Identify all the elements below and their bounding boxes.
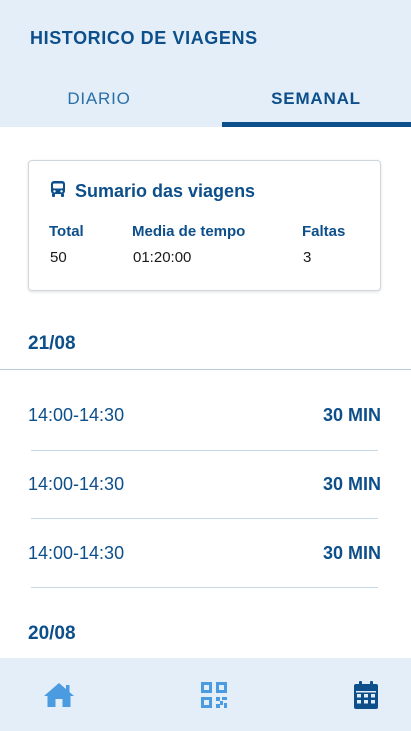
trip-duration: 30 MIN [322,405,381,425]
page-title: HISTORICO DE VIAGENS [30,28,258,48]
total-label: Total [49,223,84,240]
home-icon [44,683,74,707]
calendar-icon [354,681,378,709]
total-value: 50 [50,249,67,266]
trip-duration: 30 MIN [322,474,381,494]
absences-label: Faltas [302,223,346,240]
trip-row[interactable]: 14:00-14:30 30 MIN [28,474,381,498]
trip-row[interactable]: 14:00-14:30 30 MIN [28,405,381,429]
bottom-navigation [0,658,411,731]
trip-time: 14:00-14:30 [28,405,125,425]
row-divider [31,518,378,519]
date-header: 20/08 [28,623,76,644]
nav-calendar-button[interactable] [349,680,383,710]
qr-code-icon [201,682,227,708]
date-header: 21/08 [28,333,76,354]
section-divider [0,369,411,370]
nav-qr-button[interactable] [197,680,231,710]
average-time-label: Media de tempo [132,223,246,240]
trip-time: 14:00-14:30 [28,543,125,563]
trip-row[interactable]: 14:00-14:30 30 MIN [28,543,381,567]
tab-daily[interactable]: DIARIO [4,89,194,127]
absences-value: 3 [303,249,312,266]
trip-time: 14:00-14:30 [28,474,125,494]
trip-duration: 30 MIN [322,543,381,563]
summary-title: Sumario das viagens [75,181,256,201]
app-header: HISTORICO DE VIAGENS DIARIO SEMANAL [0,0,411,127]
average-time-value: 01:20:00 [133,249,192,266]
bus-icon [49,180,67,203]
nav-home-button[interactable] [42,680,76,710]
active-tab-indicator [222,122,411,127]
trip-summary-card: Sumario das viagens Total 50 Media de te… [28,160,381,291]
summary-header: Sumario das viagens [49,180,255,203]
row-divider [31,587,378,588]
row-divider [31,450,378,451]
